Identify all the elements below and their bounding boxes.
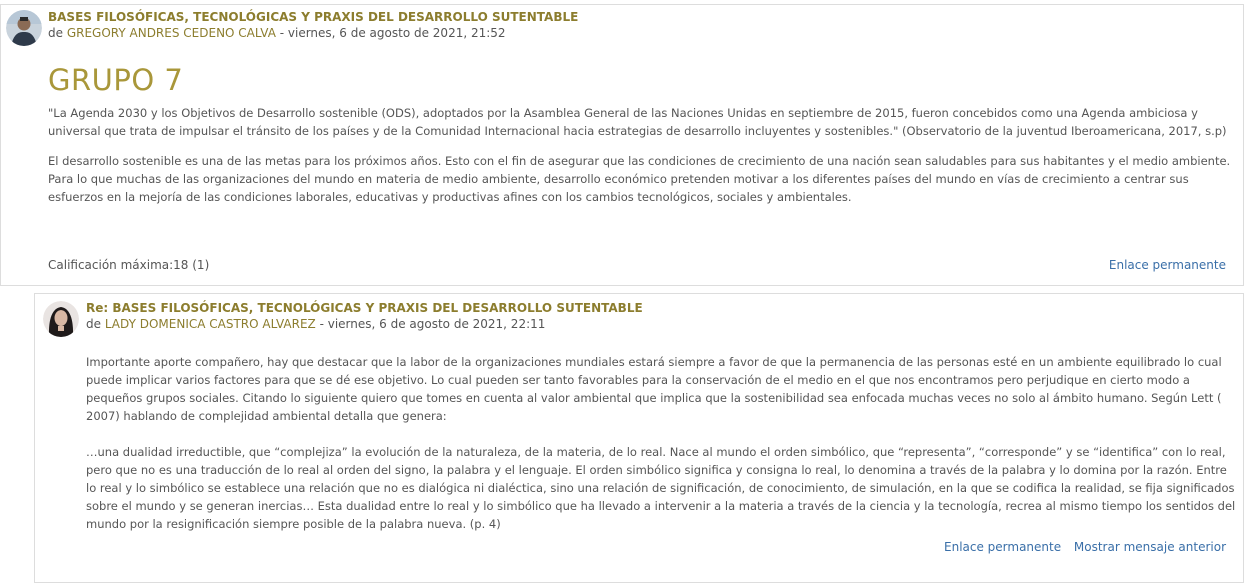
post-date: - viernes, 6 de agosto de 2021, 21:52	[275, 26, 506, 40]
forum-post-reply: Re: BASES FILOSÓFICAS, TECNOLÓGICAS Y PR…	[34, 293, 1244, 583]
permalink-link[interactable]: Enlace permanente	[1109, 258, 1226, 272]
author-link[interactable]: GREGORY ANDRES CEDENO CALVA	[67, 26, 276, 40]
author-avatar[interactable]	[43, 301, 79, 337]
user-photo-icon	[43, 301, 79, 337]
byline-prefix: de	[48, 26, 67, 40]
forum-post-main: BASES FILOSÓFICAS, TECNOLÓGICAS Y PRAXIS…	[0, 4, 1244, 286]
author-link[interactable]: LADY DOMENICA CASTRO ALVAREZ	[105, 317, 316, 331]
post-paragraph-1: "La Agenda 2030 y los Objetivos de Desar…	[48, 106, 1227, 138]
show-parent-link[interactable]: Mostrar mensaje anterior	[1074, 540, 1226, 554]
rating-info: Calificación máxima:18 (1)	[48, 258, 210, 272]
post-subject: Re: BASES FILOSÓFICAS, TECNOLÓGICAS Y PR…	[86, 301, 643, 315]
post-byline: de GREGORY ANDRES CEDENO CALVA - viernes…	[48, 26, 506, 40]
byline-prefix: de	[86, 317, 105, 331]
post-paragraph-2: El desarrollo sostenible es una de las m…	[48, 154, 1231, 204]
post-paragraph-1: Importante aporte compañero, hay que des…	[86, 355, 1222, 423]
post-byline: de LADY DOMENICA CASTRO ALVAREZ - vierne…	[86, 317, 545, 331]
user-photo-icon	[6, 10, 42, 46]
post-subject: BASES FILOSÓFICAS, TECNOLÓGICAS Y PRAXIS…	[48, 10, 579, 24]
author-avatar[interactable]	[6, 10, 42, 46]
permalink-link[interactable]: Enlace permanente	[944, 540, 1061, 554]
post-paragraph-2: …una dualidad irreductible, que “complej…	[86, 445, 1236, 531]
post-title: GRUPO 7	[48, 63, 184, 97]
post-date: - viernes, 6 de agosto de 2021, 22:11	[315, 317, 546, 331]
